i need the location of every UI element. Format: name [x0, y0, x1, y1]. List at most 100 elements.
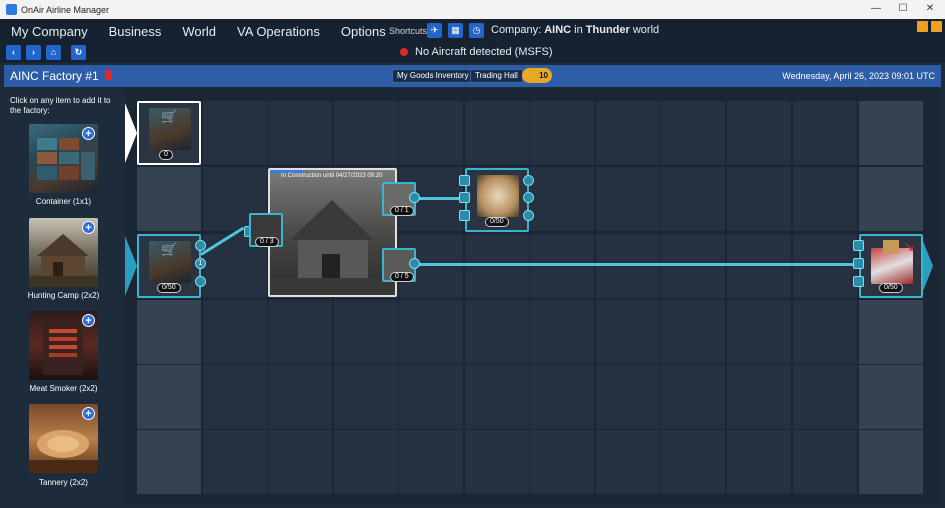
grid-cell[interactable] [859, 101, 923, 165]
hunting-camp-item[interactable]: + [29, 218, 98, 287]
add-icon[interactable]: + [82, 127, 95, 140]
shortcut-flight-icon[interactable]: ✈ [427, 23, 442, 38]
grid-cell[interactable] [203, 300, 267, 364]
output-node[interactable]: ↘ 0/50 [859, 234, 923, 298]
grid-cell[interactable] [661, 365, 725, 429]
refresh-icon[interactable]: ↻ [71, 45, 86, 60]
port-connector[interactable] [409, 192, 420, 203]
add-icon[interactable]: + [82, 221, 95, 234]
grid-cell[interactable] [793, 101, 857, 165]
grid-cell[interactable] [268, 365, 332, 429]
grid-cell[interactable] [399, 300, 463, 364]
grid-cell[interactable] [465, 365, 529, 429]
close-icon[interactable]: ✕ [922, 2, 938, 16]
grid-cell[interactable] [530, 101, 594, 165]
tannery-item[interactable]: + [29, 404, 98, 473]
grid-cell[interactable] [859, 300, 923, 364]
port-connector[interactable] [523, 192, 534, 203]
grid-cell[interactable] [530, 234, 594, 298]
grid-cell[interactable] [727, 167, 791, 231]
menu-world[interactable]: World [182, 24, 216, 39]
grid-cell[interactable] [530, 365, 594, 429]
menu-my-company[interactable]: My Company [11, 24, 88, 39]
grid-cell[interactable] [727, 430, 791, 494]
grid-cell[interactable] [661, 430, 725, 494]
grid-cell[interactable] [334, 300, 398, 364]
grid-cell[interactable] [859, 365, 923, 429]
notification-icon[interactable] [917, 21, 928, 32]
grid-cell[interactable] [137, 300, 201, 364]
grid-cell[interactable] [661, 101, 725, 165]
forward-icon[interactable]: › [26, 45, 41, 60]
grid-cell[interactable] [793, 430, 857, 494]
port-connector[interactable] [853, 258, 864, 269]
grid-cell[interactable] [334, 365, 398, 429]
grid-cell[interactable] [465, 101, 529, 165]
grid-cell[interactable] [137, 167, 201, 231]
port-connector[interactable] [195, 276, 206, 287]
grid-cell[interactable] [399, 101, 463, 165]
grid-cell[interactable] [465, 234, 529, 298]
port-connector[interactable] [853, 276, 864, 287]
grid-cell[interactable] [793, 365, 857, 429]
meat-smoker-item[interactable]: + [29, 311, 98, 380]
grid-cell[interactable] [530, 430, 594, 494]
camp-input-slot[interactable]: 0 / 3 [249, 213, 283, 247]
port-connector[interactable] [459, 175, 470, 186]
grid-cell[interactable] [596, 167, 660, 231]
grid-cell[interactable] [530, 167, 594, 231]
port-connector[interactable] [459, 192, 470, 203]
input-node-mid[interactable]: 🛒 0/50 [137, 234, 201, 298]
grid-cell[interactable] [727, 234, 791, 298]
grid-cell[interactable] [793, 167, 857, 231]
port-connector[interactable] [523, 175, 534, 186]
home-icon[interactable]: ⌂ [46, 45, 61, 60]
back-icon[interactable]: ‹ [6, 45, 21, 60]
port-connector[interactable] [195, 240, 206, 251]
grid-cell[interactable] [596, 300, 660, 364]
grid-cell[interactable] [596, 234, 660, 298]
shortcut-clock-icon[interactable]: ◷ [469, 23, 484, 38]
input-node-top[interactable]: 🛒 0 [137, 101, 201, 165]
port-connector[interactable] [459, 210, 470, 221]
grid-cell[interactable] [859, 167, 923, 231]
grid-cell[interactable] [596, 101, 660, 165]
grid-cell[interactable] [465, 430, 529, 494]
grid-cell[interactable] [137, 430, 201, 494]
grid-cell[interactable] [727, 365, 791, 429]
grid-cell[interactable] [859, 430, 923, 494]
grid-cell[interactable] [137, 365, 201, 429]
port-badge[interactable]: 1 [195, 258, 206, 269]
grid-cell[interactable] [661, 167, 725, 231]
port-connector[interactable] [853, 240, 864, 251]
maximize-icon[interactable]: ☐ [895, 2, 911, 16]
alert-icon[interactable] [931, 21, 942, 32]
grid-cell[interactable] [334, 430, 398, 494]
add-icon[interactable]: + [82, 314, 95, 327]
grid-cell[interactable] [268, 101, 332, 165]
grid-cell[interactable] [596, 430, 660, 494]
grid-cell[interactable] [334, 101, 398, 165]
grid-cell[interactable] [793, 234, 857, 298]
grid-cell[interactable] [203, 365, 267, 429]
grid-cell[interactable] [268, 430, 332, 494]
port-connector[interactable] [523, 210, 534, 221]
trash-icon[interactable] [105, 70, 112, 80]
grid-cell[interactable] [203, 430, 267, 494]
trading-hall-button[interactable]: Trading Hall [470, 69, 523, 83]
grid-cell[interactable] [596, 365, 660, 429]
port-connector[interactable] [409, 258, 420, 269]
grid-cell[interactable] [727, 101, 791, 165]
container-item[interactable]: + [29, 124, 98, 193]
grid-cell[interactable] [661, 300, 725, 364]
shortcut-map-icon[interactable]: ▦ [448, 23, 463, 38]
grid-cell[interactable] [203, 101, 267, 165]
hunting-camp-node[interactable]: In Construction until 04/27/2023 09:20 [268, 168, 397, 297]
grid-cell[interactable] [268, 300, 332, 364]
menu-va-operations[interactable]: VA Operations [237, 24, 320, 39]
grid-cell[interactable] [465, 300, 529, 364]
add-icon[interactable]: + [82, 407, 95, 420]
grid-cell[interactable] [661, 234, 725, 298]
minimize-icon[interactable]: — [868, 2, 884, 16]
menu-business[interactable]: Business [109, 24, 162, 39]
